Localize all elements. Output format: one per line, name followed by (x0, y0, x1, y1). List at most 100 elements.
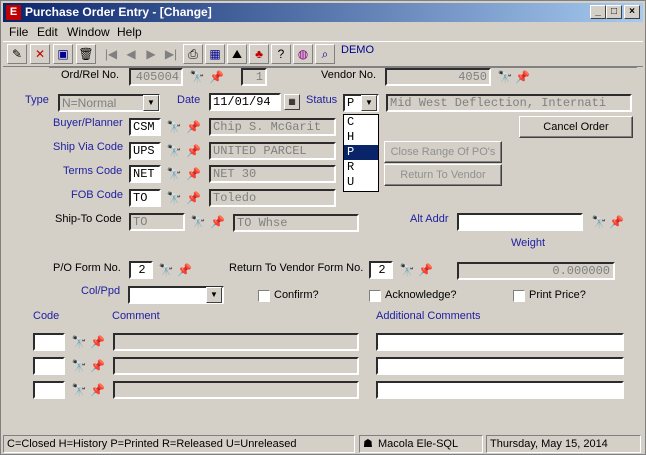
status-option-r[interactable]: R (344, 160, 378, 175)
confirm-checkbox[interactable] (258, 290, 270, 302)
menu-help[interactable]: Help (117, 25, 142, 39)
buyer-code-field[interactable]: CSM (129, 118, 161, 136)
status-option-u[interactable]: U (344, 175, 378, 190)
ord-pin-icon[interactable]: 📌 (209, 68, 224, 86)
delete-icon[interactable]: ✕ (30, 44, 50, 64)
altaddr-field[interactable] (457, 213, 583, 231)
calendar-icon[interactable]: ▦ (284, 94, 300, 110)
type-dropdown-icon[interactable]: ▼ (143, 95, 159, 111)
vendor-lookup-icon[interactable]: 🔭 (495, 68, 515, 86)
server-name: Macola Ele-SQL (378, 438, 459, 450)
status-dropdown-icon[interactable]: ▼ (361, 95, 377, 111)
comment-pin-icon[interactable]: 📌 (90, 333, 105, 351)
altaddr-lookup-icon[interactable]: 🔭 (589, 213, 609, 231)
shipto-pin-icon[interactable]: 📌 (210, 213, 225, 231)
app-icon[interactable]: E (6, 5, 21, 20)
last-record-icon[interactable]: ▶| (161, 44, 181, 64)
menu-edit[interactable]: Edit (37, 25, 58, 39)
additional-comment-field[interactable] (376, 333, 624, 351)
status-listbox[interactable]: C H P R U (343, 114, 379, 192)
comment-field[interactable] (113, 333, 359, 351)
comment-pin-icon[interactable]: 📌 (90, 381, 105, 399)
maximize-button[interactable]: □ (606, 5, 622, 19)
rtvform-lookup-icon[interactable]: 🔭 (397, 261, 417, 279)
additional-comment-field[interactable] (376, 357, 624, 375)
ord-no-field[interactable]: 405004 (129, 68, 183, 86)
chart-icon[interactable]: ⛰ (227, 44, 247, 64)
printprice-checkbox[interactable] (513, 290, 525, 302)
menu-window[interactable]: Window (67, 25, 110, 39)
help-icon[interactable]: ? (271, 44, 291, 64)
rtvform-pin-icon[interactable]: 📌 (418, 261, 433, 279)
close-range-button[interactable]: Close Range Of PO's (384, 141, 502, 163)
comment-pin-icon[interactable]: 📌 (90, 357, 105, 375)
vendor-pin-icon[interactable]: 📌 (515, 68, 530, 86)
altaddr-pin-icon[interactable]: 📌 (609, 213, 624, 231)
acknowledge-checkbox[interactable] (369, 290, 381, 302)
poform-field[interactable]: 2 (129, 261, 153, 279)
search-icon[interactable]: ⌕ (315, 44, 335, 64)
status-option-c[interactable]: C (344, 115, 378, 130)
fob-label: FOB Code (71, 189, 123, 201)
comment-field[interactable] (113, 357, 359, 375)
buyer-lookup-icon[interactable]: 🔭 (164, 118, 184, 136)
globe-icon[interactable]: ◍ (293, 44, 313, 64)
acknowledge-label: Acknowledge? (385, 289, 457, 301)
buyer-pin-icon[interactable]: 📌 (186, 118, 201, 136)
terms-pin-icon[interactable]: 📌 (186, 165, 201, 183)
status-option-p[interactable]: P (344, 145, 378, 160)
terms-lookup-icon[interactable]: 🔭 (164, 165, 184, 183)
colppd-dropdown-icon[interactable]: ▼ (206, 287, 222, 303)
vendor-label: Vendor No. (321, 69, 377, 81)
comment-field[interactable] (113, 381, 359, 399)
status-legend: C=Closed H=History P=Printed R=Released … (3, 435, 355, 453)
shapes-icon[interactable]: ♣ (249, 44, 269, 64)
rel-no-field[interactable]: 1 (241, 68, 267, 86)
shipvia-lookup-icon[interactable]: 🔭 (164, 142, 184, 160)
minimize-button[interactable]: _ (590, 5, 606, 19)
save-icon[interactable]: ▣ (53, 44, 73, 64)
comment-lookup-icon[interactable]: 🔭 (69, 381, 89, 399)
shipto-code-field[interactable]: TO (129, 213, 185, 231)
close-button[interactable]: × (624, 5, 640, 19)
fob-lookup-icon[interactable]: 🔭 (164, 189, 184, 207)
ord-rel-label: Ord/Rel No. (61, 69, 120, 81)
print-icon[interactable]: ⎙ (183, 44, 203, 64)
ord-lookup-icon[interactable]: 🔭 (187, 68, 207, 86)
poform-lookup-icon[interactable]: 🔭 (156, 261, 176, 279)
prev-record-icon[interactable]: ◀ (121, 44, 141, 64)
code-header: Code (33, 310, 60, 322)
status-option-h[interactable]: H (344, 130, 378, 145)
shipvia-pin-icon[interactable]: 📌 (186, 142, 201, 160)
comment-code-field[interactable] (33, 381, 65, 399)
poform-label: P/O Form No. (53, 262, 121, 274)
next-record-icon[interactable]: ▶ (141, 44, 161, 64)
comment-code-field[interactable] (33, 357, 65, 375)
confirm-label: Confirm? (274, 289, 319, 301)
comment-lookup-icon[interactable]: 🔭 (69, 357, 89, 375)
vendor-no-field[interactable]: 4050 (385, 68, 491, 86)
comment-lookup-icon[interactable]: 🔭 (69, 333, 89, 351)
fob-pin-icon[interactable]: 📌 (186, 189, 201, 207)
date-field[interactable]: 11/01/94 (209, 93, 281, 111)
return-vendor-button[interactable]: Return To Vendor (384, 164, 502, 186)
status-date: Thursday, May 15, 2014 (486, 435, 641, 453)
comment-header: Comment (112, 310, 160, 322)
status-label: Status (306, 94, 338, 106)
rtvform-field[interactable]: 2 (369, 261, 393, 279)
calculator-icon[interactable]: ▦ (205, 44, 225, 64)
edit-icon[interactable]: ✎ (7, 44, 27, 64)
first-record-icon[interactable]: |◀ (101, 44, 121, 64)
additional-comment-field[interactable] (376, 381, 624, 399)
terms-code-field[interactable]: NET (129, 165, 161, 183)
fob-code-field[interactable]: TO (129, 189, 161, 207)
shipvia-code-field[interactable]: UPS (129, 142, 161, 160)
menu-file[interactable]: File (9, 25, 28, 39)
poform-pin-icon[interactable]: 📌 (177, 261, 192, 279)
trash-icon[interactable]: 🗑 (76, 44, 96, 64)
fob-name-field: Toledo (209, 189, 336, 207)
menu-bar: File Edit Window Help (3, 23, 643, 41)
shipto-lookup-icon[interactable]: 🔭 (188, 213, 208, 231)
cancel-order-button[interactable]: Cancel Order (519, 116, 633, 138)
comment-code-field[interactable] (33, 333, 65, 351)
